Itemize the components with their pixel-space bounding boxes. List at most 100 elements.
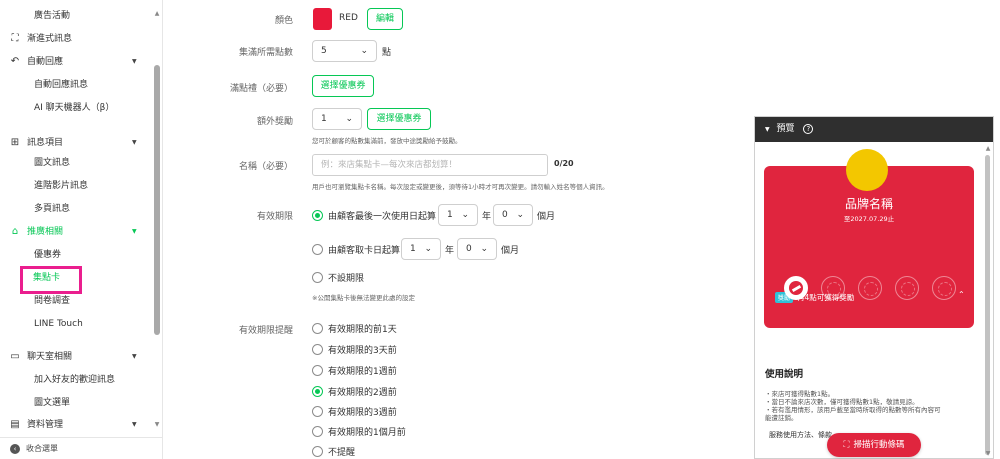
store-icon: ⌂ xyxy=(11,226,19,237)
sidebar-item-carousel[interactable]: 多頁訊息 xyxy=(0,199,150,219)
validity-acquire-radio[interactable] xyxy=(312,244,323,255)
caret-down-icon: ▼ xyxy=(132,353,137,360)
select-value: 0 xyxy=(502,210,508,220)
chevron-down-icon: ⌄ xyxy=(461,210,469,220)
collapse-menu-button[interactable]: ‹ 收合選單 xyxy=(0,437,162,459)
validity-label: 有效期限 xyxy=(256,212,293,222)
scroll-down-icon[interactable]: ▼ xyxy=(984,450,992,457)
scan-icon: ⛶ xyxy=(843,440,850,450)
validity-last-use-radio[interactable] xyxy=(312,210,323,221)
sidebar-item-ad-campaign[interactable]: 廣告活動 xyxy=(0,6,150,26)
card-expiry: 至2027.07.29止 xyxy=(843,215,895,223)
stamp-filled xyxy=(784,276,808,300)
sidebar-item-label: 圖文選單 xyxy=(34,398,71,408)
chat-icon: ▭ xyxy=(10,351,20,362)
validity1-year-select[interactable]: 1 ⌄ xyxy=(438,204,478,226)
sidebar-item-step-message[interactable]: ⛶ 漸進式訊息 xyxy=(0,29,150,49)
scroll-up-icon[interactable]: ▲ xyxy=(152,9,162,19)
scan-barcode-button[interactable]: ⛶ 掃描行動條碼 xyxy=(827,433,921,457)
scroll-down-icon[interactable]: ▼ xyxy=(152,420,162,430)
sidebar-item-welcome-message[interactable]: 加入好友的歡迎訊息 xyxy=(0,370,150,390)
sidebar-item-line-touch[interactable]: LINE Touch xyxy=(0,314,150,334)
sidebar-item-rich-message[interactable]: 圖文訊息 xyxy=(0,153,150,173)
validity-none-radio[interactable] xyxy=(312,272,323,283)
edit-color-button[interactable]: 編輯 xyxy=(367,8,403,30)
sidebar-item-chat[interactable]: ▭ 聊天室相關 ▼ xyxy=(0,347,150,367)
caret-down-icon: ▼ xyxy=(132,139,137,146)
sidebar-item-rich-video[interactable]: 進階影片訊息 xyxy=(0,176,150,196)
reminder-option-radio[interactable] xyxy=(312,344,323,355)
sidebar-item-promotion[interactable]: ⌂ 推廣相關 ▼ xyxy=(0,222,150,242)
sidebar-item-point-card[interactable]: 集點卡 xyxy=(0,266,150,294)
validity2-year-select[interactable]: 1 ⌄ xyxy=(401,238,441,260)
name-char-counter: 0/20 xyxy=(554,159,574,168)
sidebar-item-message-items[interactable]: ⊞ 訊息項目 ▼ xyxy=(0,133,150,153)
preview-title: 預覽 xyxy=(776,124,795,134)
sidebar-item-rich-menu[interactable]: 圖文選單 xyxy=(0,393,150,413)
usage-title: 使用說明 xyxy=(765,369,804,380)
sidebar-item-auto-reply[interactable]: ↶ 自動回應 ▼ xyxy=(0,52,150,72)
sidebar: 廣告活動 ⛶ 漸進式訊息 ↶ 自動回應 ▼ 自動回應訊息 AI 聊天機器人（β）… xyxy=(0,0,163,459)
reminder-option-radio[interactable] xyxy=(312,426,323,437)
select-value: 1 xyxy=(410,244,416,254)
sidebar-item-label: 自動回應訊息 xyxy=(34,80,89,90)
reply-icon: ↶ xyxy=(10,56,20,67)
collapse-label: 收合選單 xyxy=(26,444,58,453)
chevron-down-icon: ⌄ xyxy=(480,244,488,254)
preview-scroll-thumb[interactable] xyxy=(985,155,990,455)
help-icon[interactable]: ? xyxy=(803,123,814,134)
validity1-month-select[interactable]: 0 ⌄ xyxy=(493,204,533,226)
reminder-option-radio[interactable] xyxy=(312,365,323,376)
sidebar-scrollbar[interactable]: ▲ ▼ xyxy=(152,0,162,432)
stamp-empty xyxy=(821,276,845,300)
full-reward-label: 滿點禮（必要） xyxy=(229,84,293,94)
sidebar-item-label: 優惠券 xyxy=(34,250,62,260)
sidebar-item-label: LINE Touch xyxy=(34,319,83,329)
chevron-down-icon: ⌄ xyxy=(360,46,368,56)
name-input[interactable]: 例：來店集點卡—每次來店都划算！ xyxy=(312,154,548,176)
sidebar-item-label: 漸進式訊息 xyxy=(27,34,73,44)
reminder-option-label: 不提醒 xyxy=(328,448,356,458)
sidebar-item-label: 自動回應 xyxy=(27,57,64,67)
validity-none-label: 不設期限 xyxy=(328,274,365,284)
year-unit: 年 xyxy=(445,246,455,256)
chevron-down-icon: ⌄ xyxy=(516,210,524,220)
reminder-option-radio[interactable] xyxy=(312,446,323,457)
caret-down-icon: ▼ xyxy=(132,228,137,235)
reminder-option-radio[interactable] xyxy=(312,406,323,417)
sidebar-scroll-thumb[interactable] xyxy=(154,65,160,335)
extra-reward-hint: 您可於顧客的點數集滿前，發放中途獎勵給予鼓勵。 xyxy=(312,137,462,145)
validity-last-use-label: 由顧客最後一次使用日起算 xyxy=(328,212,437,222)
points-select[interactable]: 5 ⌄ xyxy=(312,40,377,62)
sidebar-item-coupon[interactable]: 優惠券 xyxy=(0,245,150,265)
stamp-empty xyxy=(858,276,882,300)
reminder-option-radio[interactable] xyxy=(312,323,323,334)
brand-logo xyxy=(846,149,888,191)
select-value: 0 xyxy=(466,244,472,254)
reminder-label: 有效期限提醒 xyxy=(238,326,293,336)
usage-line: 能遭註銷。 xyxy=(765,414,798,422)
month-unit: 個月 xyxy=(537,212,556,222)
preview-header[interactable]: ▼ 預覽 ? xyxy=(755,117,993,142)
points-unit: 點 xyxy=(382,48,392,58)
sidebar-item-auto-reply-message[interactable]: 自動回應訊息 xyxy=(0,75,150,95)
extra-reward-select[interactable]: 1 ⌄ xyxy=(312,108,362,130)
name-hint: 用戶也可瀏覽集點卡名稱。每次設定或變更後，須等待1小時才可再次變更。請勿輸入姓名… xyxy=(312,183,609,191)
select-extra-reward-coupon-button[interactable]: 選擇優惠券 xyxy=(367,108,431,130)
preview-panel: ▼ 預覽 ? ▲ ▼ 品牌名稱 至2027.07.29止 獎勵 再4點可獲得獎勵 … xyxy=(754,116,994,459)
sidebar-item-label: 多頁訊息 xyxy=(34,204,71,214)
sidebar-item-label: 圖文訊息 xyxy=(34,158,71,168)
validity2-month-select[interactable]: 0 ⌄ xyxy=(457,238,497,260)
select-full-reward-coupon-button[interactable]: 選擇優惠券 xyxy=(312,75,374,97)
sidebar-item-survey[interactable]: 問卷調查 xyxy=(0,291,150,311)
chevron-up-icon[interactable]: ⌃ xyxy=(958,290,965,299)
scroll-up-icon[interactable]: ▲ xyxy=(984,145,992,152)
usage-more-link[interactable]: 服務使用方法、條款 xyxy=(769,430,832,440)
validity-acquire-label: 由顧客取卡日起算 xyxy=(328,246,401,256)
points-required-label: 集滿所需點數 xyxy=(238,48,293,58)
hierarchy-icon: ⛶ xyxy=(11,33,19,44)
sidebar-item-data[interactable]: ▤ 資料管理 ▼ xyxy=(0,415,150,435)
sidebar-item-ai-chatbot[interactable]: AI 聊天機器人（β） xyxy=(0,98,150,118)
reminder-option-radio[interactable] xyxy=(312,386,323,397)
year-unit: 年 xyxy=(482,212,492,222)
